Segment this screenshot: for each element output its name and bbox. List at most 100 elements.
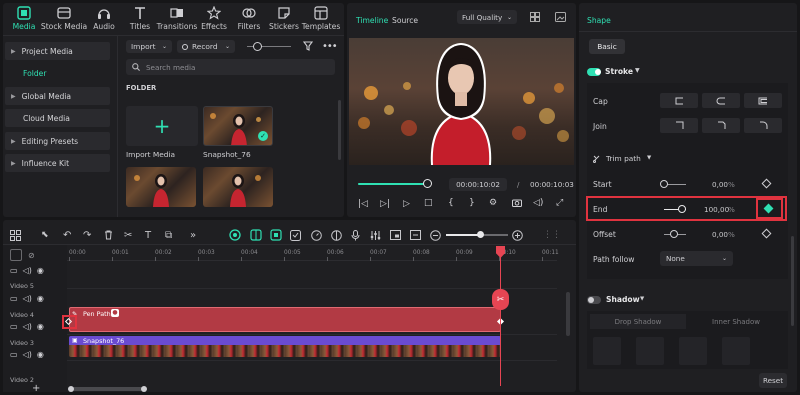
timeline-vertical-scrollbar[interactable] xyxy=(566,292,570,336)
cap-round-button[interactable] xyxy=(702,93,740,108)
fullscreen-icon[interactable]: ⤢ xyxy=(556,198,563,208)
mark-out-icon[interactable]: } xyxy=(469,198,475,208)
settings-icon[interactable]: ⚙ xyxy=(489,198,497,208)
mute-icon[interactable]: ◁) xyxy=(23,266,32,275)
folder-icon[interactable]: ▭ xyxy=(10,322,18,331)
more-options-icon[interactable]: ••• xyxy=(322,41,338,52)
join-bevel-button[interactable] xyxy=(702,118,740,133)
record-button[interactable]: Record ⌄ xyxy=(177,40,235,53)
shadow-preset[interactable] xyxy=(636,337,664,365)
grid-view-icon[interactable] xyxy=(530,12,540,22)
volume-icon[interactable]: ◁) xyxy=(533,198,543,208)
start-value[interactable]: 0,00 xyxy=(712,180,728,189)
pen-path-clip[interactable] xyxy=(69,307,501,332)
tab-titles[interactable]: Titles xyxy=(119,5,161,31)
color-icon[interactable] xyxy=(331,229,342,241)
tab-timeline[interactable]: Timeline xyxy=(356,16,388,25)
mute-icon[interactable]: ◁) xyxy=(23,350,32,359)
caret-down-icon[interactable]: ▼ xyxy=(640,296,644,302)
scissors-icon[interactable]: ✂ xyxy=(124,229,132,241)
media-scrollbar[interactable] xyxy=(338,100,341,160)
ai-tool-icon[interactable] xyxy=(229,229,241,241)
tab-source[interactable]: Source xyxy=(392,16,418,25)
offset-value[interactable]: 0,00 xyxy=(712,230,728,239)
mute-icon[interactable]: ◁) xyxy=(23,322,32,331)
playhead-line[interactable] xyxy=(500,246,501,386)
join-miter-button[interactable] xyxy=(660,118,698,133)
speed-icon[interactable] xyxy=(311,229,322,241)
replace-icon[interactable] xyxy=(410,229,421,241)
track-controls[interactable]: ▭ ◁) ◉ xyxy=(10,350,44,359)
scroll-handle[interactable] xyxy=(141,386,147,392)
snapshot-view-icon[interactable] xyxy=(555,12,566,22)
cap-square-button[interactable] xyxy=(744,93,782,108)
keyframe-tool-icon[interactable] xyxy=(270,229,282,241)
playback-progress-thumb[interactable] xyxy=(422,179,432,188)
tab-basic[interactable]: Basic xyxy=(589,39,625,54)
split-button[interactable]: ✂ xyxy=(492,289,509,310)
cap-butt-button[interactable] xyxy=(660,93,698,108)
previous-frame-icon[interactable]: |◁ xyxy=(358,199,368,209)
delete-icon[interactable] xyxy=(104,229,113,241)
microphone-icon[interactable] xyxy=(351,229,360,241)
join-round-button[interactable] xyxy=(744,118,782,133)
shadow-preset[interactable] xyxy=(679,337,707,365)
tab-media[interactable]: Media xyxy=(3,5,45,31)
sidebar-item-project-media[interactable]: ▶ Project Media xyxy=(5,42,110,60)
zoom-in-icon[interactable] xyxy=(512,229,523,241)
stop-icon[interactable]: □ xyxy=(424,198,433,208)
track-controls[interactable]: ▭ ◁) ◉ xyxy=(10,322,44,331)
sidebar-item-editing-presets[interactable]: ▶ Editing Presets xyxy=(5,132,110,150)
crop-icon[interactable]: ⧉ xyxy=(165,229,172,241)
audio-mixer-icon[interactable] xyxy=(370,229,381,241)
quality-select[interactable]: Full Quality ⌄ xyxy=(457,10,517,24)
reset-button[interactable]: Reset xyxy=(759,373,787,388)
text-tool-icon[interactable]: T xyxy=(145,229,151,241)
redo-icon[interactable]: ↷ xyxy=(83,229,91,241)
split-screen-icon[interactable] xyxy=(250,229,262,241)
eye-icon[interactable]: ◉ xyxy=(37,294,44,303)
add-track-plus-icon[interactable]: + xyxy=(32,383,40,394)
media-thumbnail[interactable] xyxy=(126,167,196,207)
eye-icon[interactable]: ◉ xyxy=(37,350,44,359)
scroll-handle[interactable] xyxy=(68,386,74,392)
zoom-out-icon[interactable] xyxy=(430,229,441,241)
end-slider-thumb[interactable] xyxy=(678,205,686,213)
caret-down-icon[interactable]: ▼ xyxy=(647,155,651,161)
video-preview[interactable] xyxy=(349,38,574,165)
step-back-icon[interactable]: ▷| xyxy=(380,199,390,209)
mute-icon[interactable]: ◁) xyxy=(23,294,32,303)
start-slider-thumb[interactable] xyxy=(660,180,668,188)
properties-scrollbar[interactable] xyxy=(791,236,794,326)
eye-icon[interactable]: ◉ xyxy=(37,266,44,275)
eye-icon[interactable]: ◉ xyxy=(37,322,44,331)
end-value[interactable]: 100,00 xyxy=(704,205,729,214)
sidebar-item-folder[interactable]: Folder xyxy=(5,64,110,82)
track-controls[interactable]: ▭ ◁) ◉ xyxy=(10,294,44,303)
camera-icon[interactable] xyxy=(512,198,522,207)
timeline-ruler[interactable] xyxy=(67,245,557,261)
import-button[interactable]: Import ⌄ xyxy=(126,40,172,53)
sidebar-item-global-media[interactable]: ▶ Global Media xyxy=(5,87,110,105)
media-thumbnail[interactable] xyxy=(203,167,273,207)
import-media-tile[interactable]: + xyxy=(126,106,198,146)
layout-icon[interactable] xyxy=(10,229,21,241)
sidebar-item-influence-kit[interactable]: ▶ Influence Kit xyxy=(5,154,110,172)
snapshot-thumbnail[interactable]: ✓ xyxy=(203,106,273,146)
marker-icon[interactable] xyxy=(290,229,301,241)
slider-thumb[interactable] xyxy=(253,42,262,51)
link-icon[interactable]: ⊘ xyxy=(28,251,35,260)
more-tools-icon[interactable]: » xyxy=(190,229,196,241)
grip-icon[interactable]: ⋮⋮ xyxy=(543,229,561,241)
timeline-horizontal-scrollbar[interactable] xyxy=(69,387,145,391)
tab-stickers[interactable]: Stickers xyxy=(263,5,305,31)
tab-templates[interactable]: Templates xyxy=(300,5,342,31)
offset-slider-thumb[interactable] xyxy=(670,230,678,238)
search-input[interactable]: Search media xyxy=(126,59,335,75)
pip-icon[interactable] xyxy=(390,229,401,241)
tab-stock-media[interactable]: Stock Media xyxy=(41,5,87,31)
drop-shadow-tab[interactable]: Drop Shadow xyxy=(590,314,686,329)
path-follow-select[interactable]: None ⌄ xyxy=(660,251,733,266)
mark-in-icon[interactable]: { xyxy=(448,198,454,208)
filter-icon[interactable] xyxy=(303,41,313,51)
